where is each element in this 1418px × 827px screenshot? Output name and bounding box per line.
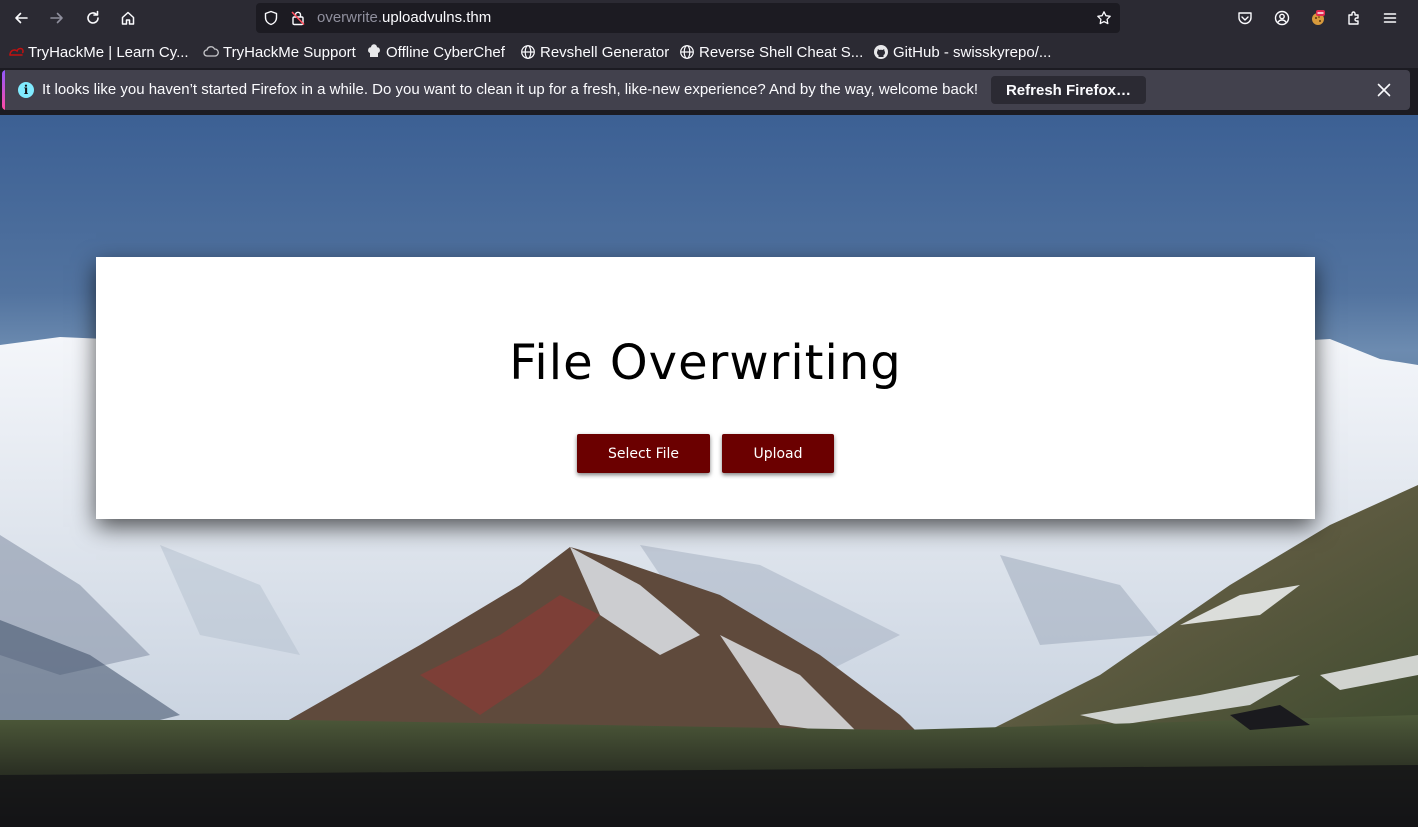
cloud-icon [203, 44, 219, 60]
pocket-icon [1238, 12, 1252, 25]
bookmark-label: Offline CyberChef [386, 43, 505, 61]
insecure-lock-icon[interactable] [290, 10, 306, 26]
globe-icon [679, 44, 695, 60]
url-domain: uploadvulns.thm [382, 9, 492, 26]
select-file-button[interactable]: Select File [577, 434, 710, 473]
back-button[interactable] [7, 4, 35, 32]
arrow-right-icon [50, 12, 63, 24]
reload-icon [87, 10, 99, 24]
forward-button[interactable] [43, 4, 71, 32]
bookmark-label: TryHackMe | Learn Cy... [28, 43, 189, 61]
puzzle-icon [1348, 11, 1359, 25]
reload-button[interactable] [79, 4, 107, 32]
bookmark-github-swisskyrepo[interactable]: GitHub - swisskyrepo/... [873, 42, 1051, 62]
notification-close-button[interactable] [1372, 78, 1396, 102]
upload-card: File Overwriting Select File Upload [96, 257, 1315, 519]
menu-button[interactable] [1376, 4, 1404, 32]
arrow-left-icon [15, 12, 28, 24]
browser-toolbar: overwrite.uploadvulns.thm [0, 0, 1418, 36]
notification-message: It looks like you haven’t started Firefo… [42, 81, 979, 98]
refresh-firefox-notification: i It looks like you haven’t started Fire… [2, 70, 1410, 110]
github-icon [873, 44, 889, 60]
tracking-protection-shield-icon[interactable] [263, 10, 279, 26]
extensions-button[interactable] [1340, 4, 1368, 32]
bookmark-label: Revshell Generator [540, 43, 670, 61]
bookmark-revshell-generator[interactable]: Revshell Generator [520, 42, 669, 62]
account-button[interactable] [1268, 4, 1296, 32]
bookmark-label: GitHub - swisskyrepo/... [893, 43, 1052, 61]
home-icon [121, 11, 135, 25]
extension-cookie-button[interactable] [1304, 4, 1332, 32]
bookmark-label: Reverse Shell Cheat S... [699, 43, 864, 61]
bookmarks-toolbar: TryHackMe | Learn Cy... TryHackMe Suppor… [0, 36, 1418, 68]
notification-accent [2, 70, 5, 110]
upload-button[interactable]: Upload [722, 434, 834, 473]
address-bar[interactable]: overwrite.uploadvulns.thm [256, 3, 1120, 33]
bookmark-tryhackme-support[interactable]: TryHackMe Support [203, 42, 356, 62]
bookmark-tryhackme[interactable]: TryHackMe | Learn Cy... [8, 42, 189, 62]
bookmark-star-icon[interactable] [1096, 10, 1112, 26]
pocket-button[interactable] [1231, 4, 1259, 32]
refresh-firefox-button[interactable]: Refresh Firefox… [991, 76, 1146, 104]
info-icon: i [18, 82, 34, 98]
url-subdomain: overwrite. [317, 9, 383, 26]
hamburger-menu-icon [1383, 13, 1397, 23]
web-page: File Overwriting Select File Upload [0, 115, 1418, 827]
url-text[interactable]: overwrite.uploadvulns.thm [317, 9, 491, 26]
home-button[interactable] [114, 4, 142, 32]
account-icon [1274, 10, 1290, 26]
chef-hat-icon [366, 44, 382, 60]
close-icon [1377, 83, 1391, 97]
cookie-extension-icon [1312, 10, 1325, 25]
bookmark-offline-cyberchef[interactable]: Offline CyberChef [366, 42, 505, 62]
tryhackme-icon [8, 44, 24, 60]
globe-icon [520, 44, 536, 60]
bookmark-reverse-shell-cheat-sheet[interactable]: Reverse Shell Cheat S... [679, 42, 863, 62]
page-title: File Overwriting [509, 335, 902, 391]
bookmark-label: TryHackMe Support [223, 43, 356, 61]
